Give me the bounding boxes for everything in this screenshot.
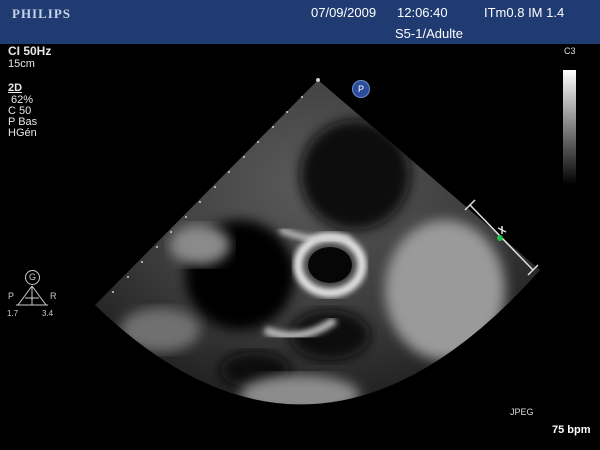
orientation-left-label: P: [8, 291, 15, 301]
focus-marker: [497, 235, 503, 241]
orientation-marker: G: [25, 270, 40, 285]
scan-sector: [95, 80, 540, 405]
harmonic-value: HGén: [8, 127, 37, 139]
orientation-right-label: R: [50, 291, 57, 301]
grayscale-map-label: C3: [564, 46, 576, 56]
format-label: JPEG: [510, 407, 534, 417]
mode-label: 2D: [8, 82, 23, 94]
orientation-left-value: 1.7: [7, 309, 19, 318]
scan-orientation-marker: P: [352, 80, 370, 98]
ultrasound-image: [16, 78, 540, 405]
mode-line: CI 50Hz: [8, 44, 52, 58]
orientation-right-value: 3.4: [42, 309, 54, 318]
depth-value: 15cm: [8, 58, 35, 70]
grayscale-bar: [563, 70, 576, 185]
heart-rate: 75 bpm: [552, 424, 591, 436]
orientation-triangle-icon: [16, 285, 48, 306]
